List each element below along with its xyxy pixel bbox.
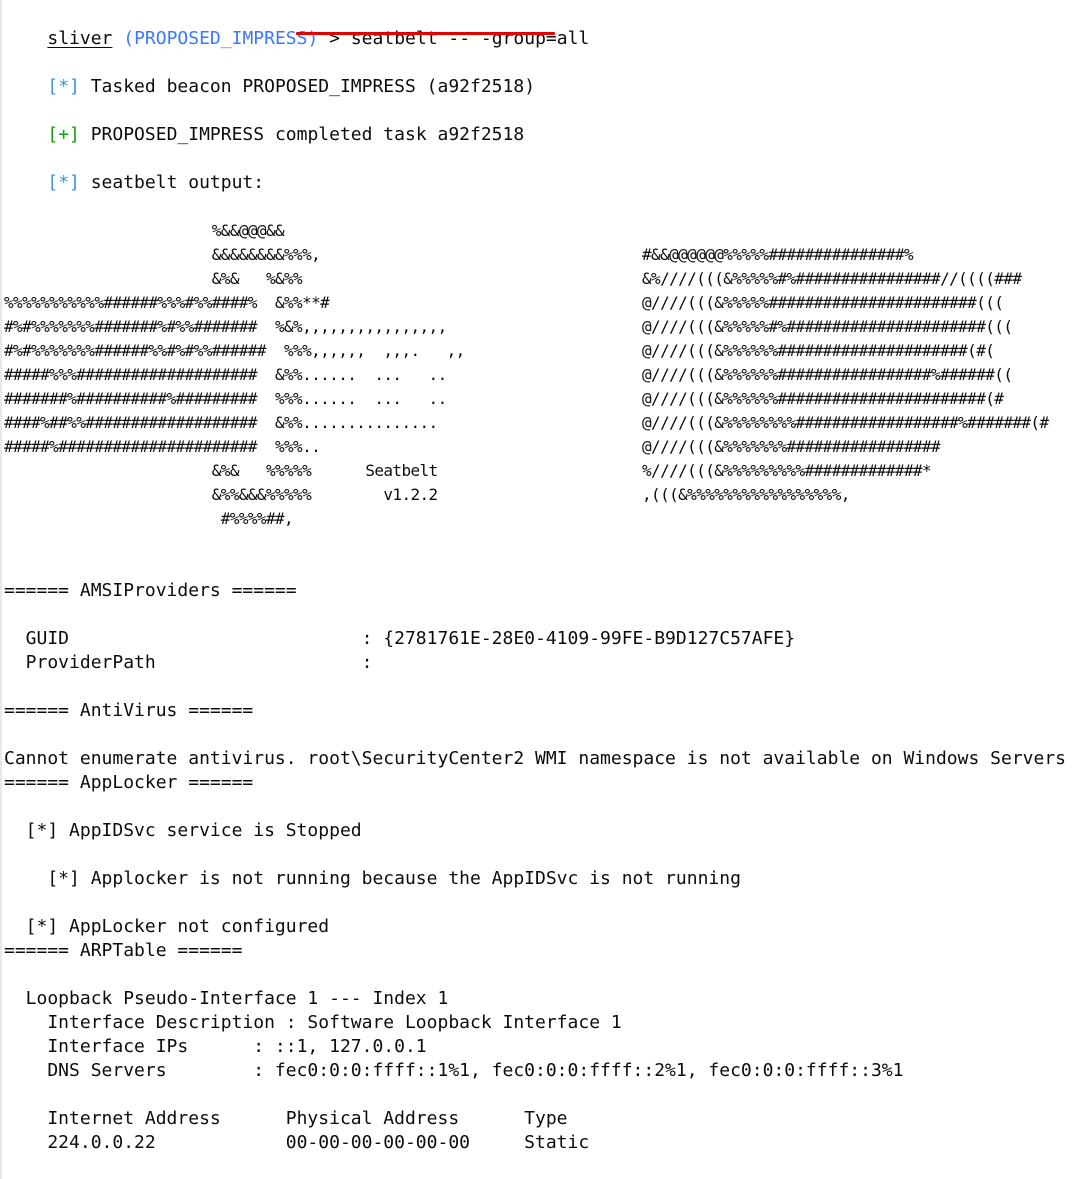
banner-left-line: %%%%%%%%%%%######%%%#%%####% &%%**# [4, 293, 330, 312]
terminal-window: sliver (PROPOSED_IMPRESS) > seatbelt -- … [0, 0, 1086, 1179]
banner-right-line: @////(((&%%%%%%#####################(#( [642, 341, 995, 360]
banner-right-line: %////(((&%%%%%%%%%#############* [642, 461, 932, 480]
banner-right-line: @////(((&%%%%%%%################# [642, 437, 941, 456]
completed-message: [+] PROPOSED_IMPRESS completed task a92f… [4, 99, 524, 145]
banner-right-line: @////(((&%%%%%%%%##################%####… [642, 413, 1049, 432]
seatbelt-banner-right: #&&@@@@@@%%%%%###############% &%////(((&… [642, 243, 1049, 507]
banner-left-line: #%#%%%%%%%######%%#%#%%###### %%%,,,,,, … [4, 341, 465, 360]
banner-left-line: #####%%%#################### &%%...... .… [4, 365, 447, 384]
applocker-section-header: ====== AppLocker ====== [4, 772, 254, 793]
banner-left-line: &%& %%%%% Seatbelt [4, 461, 438, 480]
banner-right-line: @////(((&%%%%%#%######################((… [642, 317, 1013, 336]
success-marker: [+] [47, 124, 80, 145]
prompt-line: sliver (PROPOSED_IMPRESS) > seatbelt -- … [4, 3, 589, 49]
banner-right-line: @////(((&%%%%%%#################%######(… [642, 365, 1013, 384]
output-text: seatbelt output: [79, 172, 265, 193]
arp-table-header: Internet Address Physical Address Type [4, 1108, 568, 1129]
tasked-text: Tasked beacon PROPOSED_IMPRESS (a92f2518… [79, 76, 536, 97]
command-highlight-underline [296, 32, 555, 35]
banner-right-line: @////(((&%%%%%%#######################(# [642, 389, 1004, 408]
info-marker: [*] [47, 76, 80, 97]
banner-left-line: %&&@@@&& [4, 221, 285, 240]
info-marker: [*] [47, 172, 80, 193]
antivirus-section-header: ====== AntiVirus ====== [4, 700, 254, 721]
banner-right-line: ,(((&%%%%%%%%%%%%%%%%%, [642, 485, 850, 504]
arp-interface-description: Interface Description : Software Loopbac… [4, 1012, 622, 1033]
banner-left-line: &%%&&&%%%%% v1.2.2 [4, 485, 438, 504]
arp-interface-title: Loopback Pseudo-Interface 1 --- Index 1 [4, 988, 449, 1009]
completed-text: PROPOSED_IMPRESS completed task a92f2518 [79, 124, 525, 145]
banner-left-line: #%%%%##, [4, 509, 294, 528]
amsi-section-header: ====== AMSIProviders ====== [4, 580, 297, 601]
arptable-section-header: ====== ARPTable ====== [4, 940, 243, 961]
applocker-service-status: [*] AppIDSvc service is Stopped [4, 820, 362, 841]
banner-left-line: #%#%%%%%%%#######%#%%####### %&%,,,,,,,,… [4, 317, 447, 336]
prompt-session-name: (PROPOSED_IMPRESS) [123, 28, 319, 49]
applocker-running-status: [*] Applocker is not running because the… [4, 868, 741, 889]
banner-left-line: ####%##%%################### &%%........… [4, 413, 438, 432]
tasked-message: [*] Tasked beacon PROPOSED_IMPRESS (a92f… [4, 51, 535, 97]
banner-right-line: #&&@@@@@@%%%%%###############% [642, 245, 914, 264]
banner-left-line: #######%##########%######### %%%...... .… [4, 389, 447, 408]
banner-right-line: &%////(((&%%%%%#%################//((((#… [642, 269, 1022, 288]
arp-dns-servers: DNS Servers : fec0:0:0:ffff::1%1, fec0:0… [4, 1060, 904, 1081]
banner-left-line: &%& %&%% [4, 269, 303, 288]
left-border [0, 0, 2, 1179]
banner-left-line: &&&&&&&&%%%, [4, 245, 321, 264]
amsi-guid-row: GUID : {2781761E-28E0-4109-99FE-B9D127C5… [4, 628, 796, 649]
prompt-app-name: sliver [47, 28, 113, 49]
arp-table-row: 224.0.0.22 00-00-00-00-00-00 Static [4, 1132, 590, 1153]
seatbelt-banner-left: %&&@@@&& &&&&&&&&%%%, &%& %&%%%%%%%%%%%%… [4, 219, 465, 531]
output-message: [*] seatbelt output: [4, 147, 264, 193]
amsi-provider-path-row: ProviderPath : [4, 652, 373, 673]
banner-left-line: #####%###################### %%%.. [4, 437, 321, 456]
applocker-config-status: [*] AppLocker not configured [4, 916, 330, 937]
arp-interface-ips: Interface IPs : ::1, 127.0.0.1 [4, 1036, 427, 1057]
antivirus-message: Cannot enumerate antivirus. root\Securit… [4, 748, 1067, 769]
banner-right-line: @////(((&%%%%%#######################((( [642, 293, 1004, 312]
